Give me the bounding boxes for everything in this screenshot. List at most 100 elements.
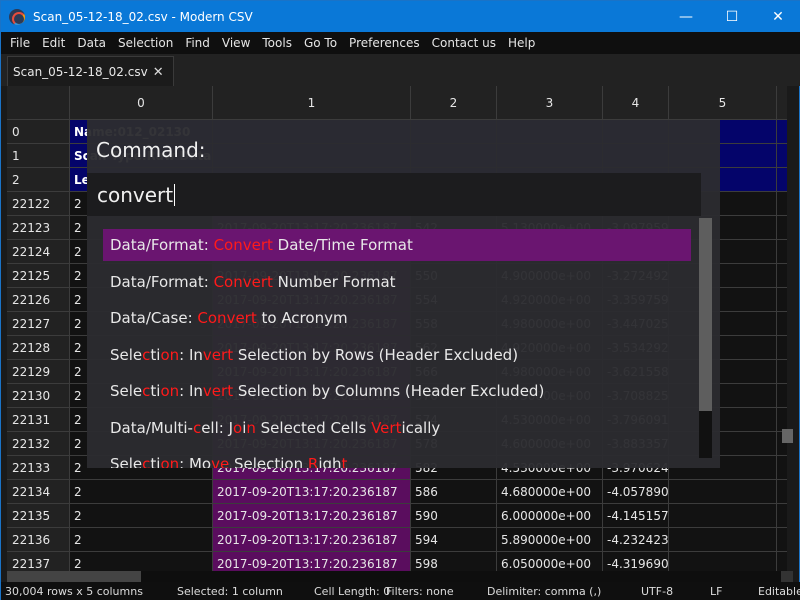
grid-cell[interactable]	[777, 168, 787, 192]
row-header[interactable]: 22135	[7, 504, 70, 528]
row-header[interactable]: 1	[7, 144, 70, 168]
grid-cell[interactable]	[777, 120, 787, 144]
command-result-item[interactable]: Data/Format: Convert Number Format	[103, 266, 691, 298]
command-result-item[interactable]: Sele c ti on: In vert Selection by Columns (…	[103, 375, 691, 407]
grid-cell[interactable]: 2017-09-20T13:17:20.236187	[213, 552, 411, 571]
grid-cell[interactable]	[777, 240, 787, 264]
column-header[interactable]: 5	[669, 86, 777, 120]
row-header[interactable]: 22136	[7, 528, 70, 552]
grid-cell[interactable]	[777, 144, 787, 168]
grid-cell[interactable]: 6.050000e+00	[497, 552, 603, 571]
command-result-item[interactable]: Data/Case: Convert to Acronym	[103, 302, 691, 334]
row-header[interactable]: 22126	[7, 288, 70, 312]
row-header[interactable]: 22122	[7, 192, 70, 216]
row-header[interactable]: 22125	[7, 264, 70, 288]
row-header[interactable]: 22132	[7, 432, 70, 456]
command-result-item[interactable]: Sele c ti on: In vert Selection by Rows (Hea…	[103, 339, 691, 371]
minimize-button[interactable]: —	[663, 1, 709, 32]
grid-cell[interactable]: 598	[411, 552, 497, 571]
column-header[interactable]: 3	[497, 86, 603, 120]
row-header[interactable]: 22130	[7, 384, 70, 408]
grid-cell[interactable]: 4.680000e+00	[497, 480, 603, 504]
grid-cell[interactable]	[777, 312, 787, 336]
grid-cell[interactable]	[777, 456, 787, 480]
row-header[interactable]: 22124	[7, 240, 70, 264]
grid-cell[interactable]: 2017-09-20T13:17:20.236187	[213, 504, 411, 528]
grid-cell[interactable]: 2	[70, 528, 213, 552]
status-delimiter[interactable]: Delimiter: comma (,)	[487, 585, 601, 598]
row-header[interactable]: 22123	[7, 216, 70, 240]
row-header[interactable]: 22133	[7, 456, 70, 480]
grid-cell[interactable]	[777, 384, 787, 408]
column-header[interactable]: 2	[411, 86, 497, 120]
grid-cell[interactable]: 5.890000e+00	[497, 528, 603, 552]
menu-data[interactable]: Data	[71, 32, 112, 54]
grid-cell[interactable]	[777, 528, 787, 552]
match-highlight: Convert	[213, 236, 273, 254]
grid-cell[interactable]	[777, 192, 787, 216]
command-results-scrollbar[interactable]	[699, 218, 712, 458]
select-all-corner[interactable]	[7, 86, 70, 120]
row-header[interactable]: 2	[7, 168, 70, 192]
grid-cell[interactable]	[669, 552, 777, 571]
row-header[interactable]: 22128	[7, 336, 70, 360]
grid-cell[interactable]: 590	[411, 504, 497, 528]
command-result-item[interactable]: Sele c ti on: Mo ve Selection Righ t	[103, 448, 691, 468]
grid-cell[interactable]	[669, 528, 777, 552]
close-tab-icon[interactable]: ✕	[153, 65, 164, 80]
grid-cell[interactable]	[777, 288, 787, 312]
menu-file[interactable]: File	[4, 32, 36, 54]
menu-edit[interactable]: Edit	[36, 32, 71, 54]
grid-cell[interactable]: -4.319690e-01	[603, 552, 669, 571]
menu-help[interactable]: Help	[502, 32, 541, 54]
grid-cell[interactable]: 6.000000e+00	[497, 504, 603, 528]
menu-go-to[interactable]: Go To	[298, 32, 343, 54]
grid-cell[interactable]: 594	[411, 528, 497, 552]
menu-find[interactable]: Find	[179, 32, 216, 54]
file-tab[interactable]: Scan_05-12-18_02.csv ✕	[7, 56, 174, 87]
status-line-ending[interactable]: LF	[710, 585, 722, 598]
grid-cell[interactable]: 2	[70, 480, 213, 504]
vertical-scrollbar-thumb[interactable]	[782, 429, 793, 443]
grid-cell[interactable]: -4.232423e-01	[603, 528, 669, 552]
grid-cell[interactable]	[777, 504, 787, 528]
grid-cell[interactable]: -4.057890e-01	[603, 480, 669, 504]
menu-view[interactable]: View	[216, 32, 256, 54]
grid-cell[interactable]	[777, 360, 787, 384]
column-header[interactable]: 6	[777, 86, 787, 120]
menu-preferences[interactable]: Preferences	[343, 32, 426, 54]
grid-cell[interactable]: 2017-09-20T13:17:20.236187	[213, 528, 411, 552]
command-results-scrollbar-thumb[interactable]	[699, 218, 712, 411]
grid-cell[interactable]: 2	[70, 552, 213, 571]
menu-tools[interactable]: Tools	[256, 32, 298, 54]
column-header[interactable]: 0	[70, 86, 213, 120]
close-button[interactable]: ✕	[755, 1, 800, 32]
grid-cell[interactable]	[777, 552, 787, 571]
menu-contact-us[interactable]: Contact us	[426, 32, 502, 54]
grid-cell[interactable]	[777, 264, 787, 288]
grid-cell[interactable]	[777, 480, 787, 504]
grid-cell[interactable]: 586	[411, 480, 497, 504]
grid-cell[interactable]	[669, 504, 777, 528]
grid-cell[interactable]	[669, 480, 777, 504]
grid-cell[interactable]: 2017-09-20T13:17:20.236187	[213, 480, 411, 504]
maximize-button[interactable]: ☐	[709, 1, 755, 32]
status-encoding[interactable]: UTF-8	[641, 585, 673, 598]
grid-cell[interactable]	[777, 336, 787, 360]
command-input[interactable]: convert	[87, 173, 701, 216]
row-header[interactable]: 22137	[7, 552, 70, 571]
menu-selection[interactable]: Selection	[112, 32, 179, 54]
status-mode[interactable]: Editable	[758, 585, 800, 598]
row-header[interactable]: 22134	[7, 480, 70, 504]
grid-cell[interactable]: 2	[70, 504, 213, 528]
grid-cell[interactable]: -4.145157e-01	[603, 504, 669, 528]
row-header[interactable]: 0	[7, 120, 70, 144]
row-header[interactable]: 22129	[7, 360, 70, 384]
command-result-item[interactable]: Data/Multi-c ell: Join Selected Cells Ver…	[103, 412, 691, 444]
grid-cell[interactable]	[777, 216, 787, 240]
row-header[interactable]: 22131	[7, 408, 70, 432]
command-result-item[interactable]: Data/Format: Convert Date/Time Format	[103, 229, 691, 261]
column-header[interactable]: 4	[603, 86, 669, 120]
column-header[interactable]: 1	[213, 86, 411, 120]
row-header[interactable]: 22127	[7, 312, 70, 336]
